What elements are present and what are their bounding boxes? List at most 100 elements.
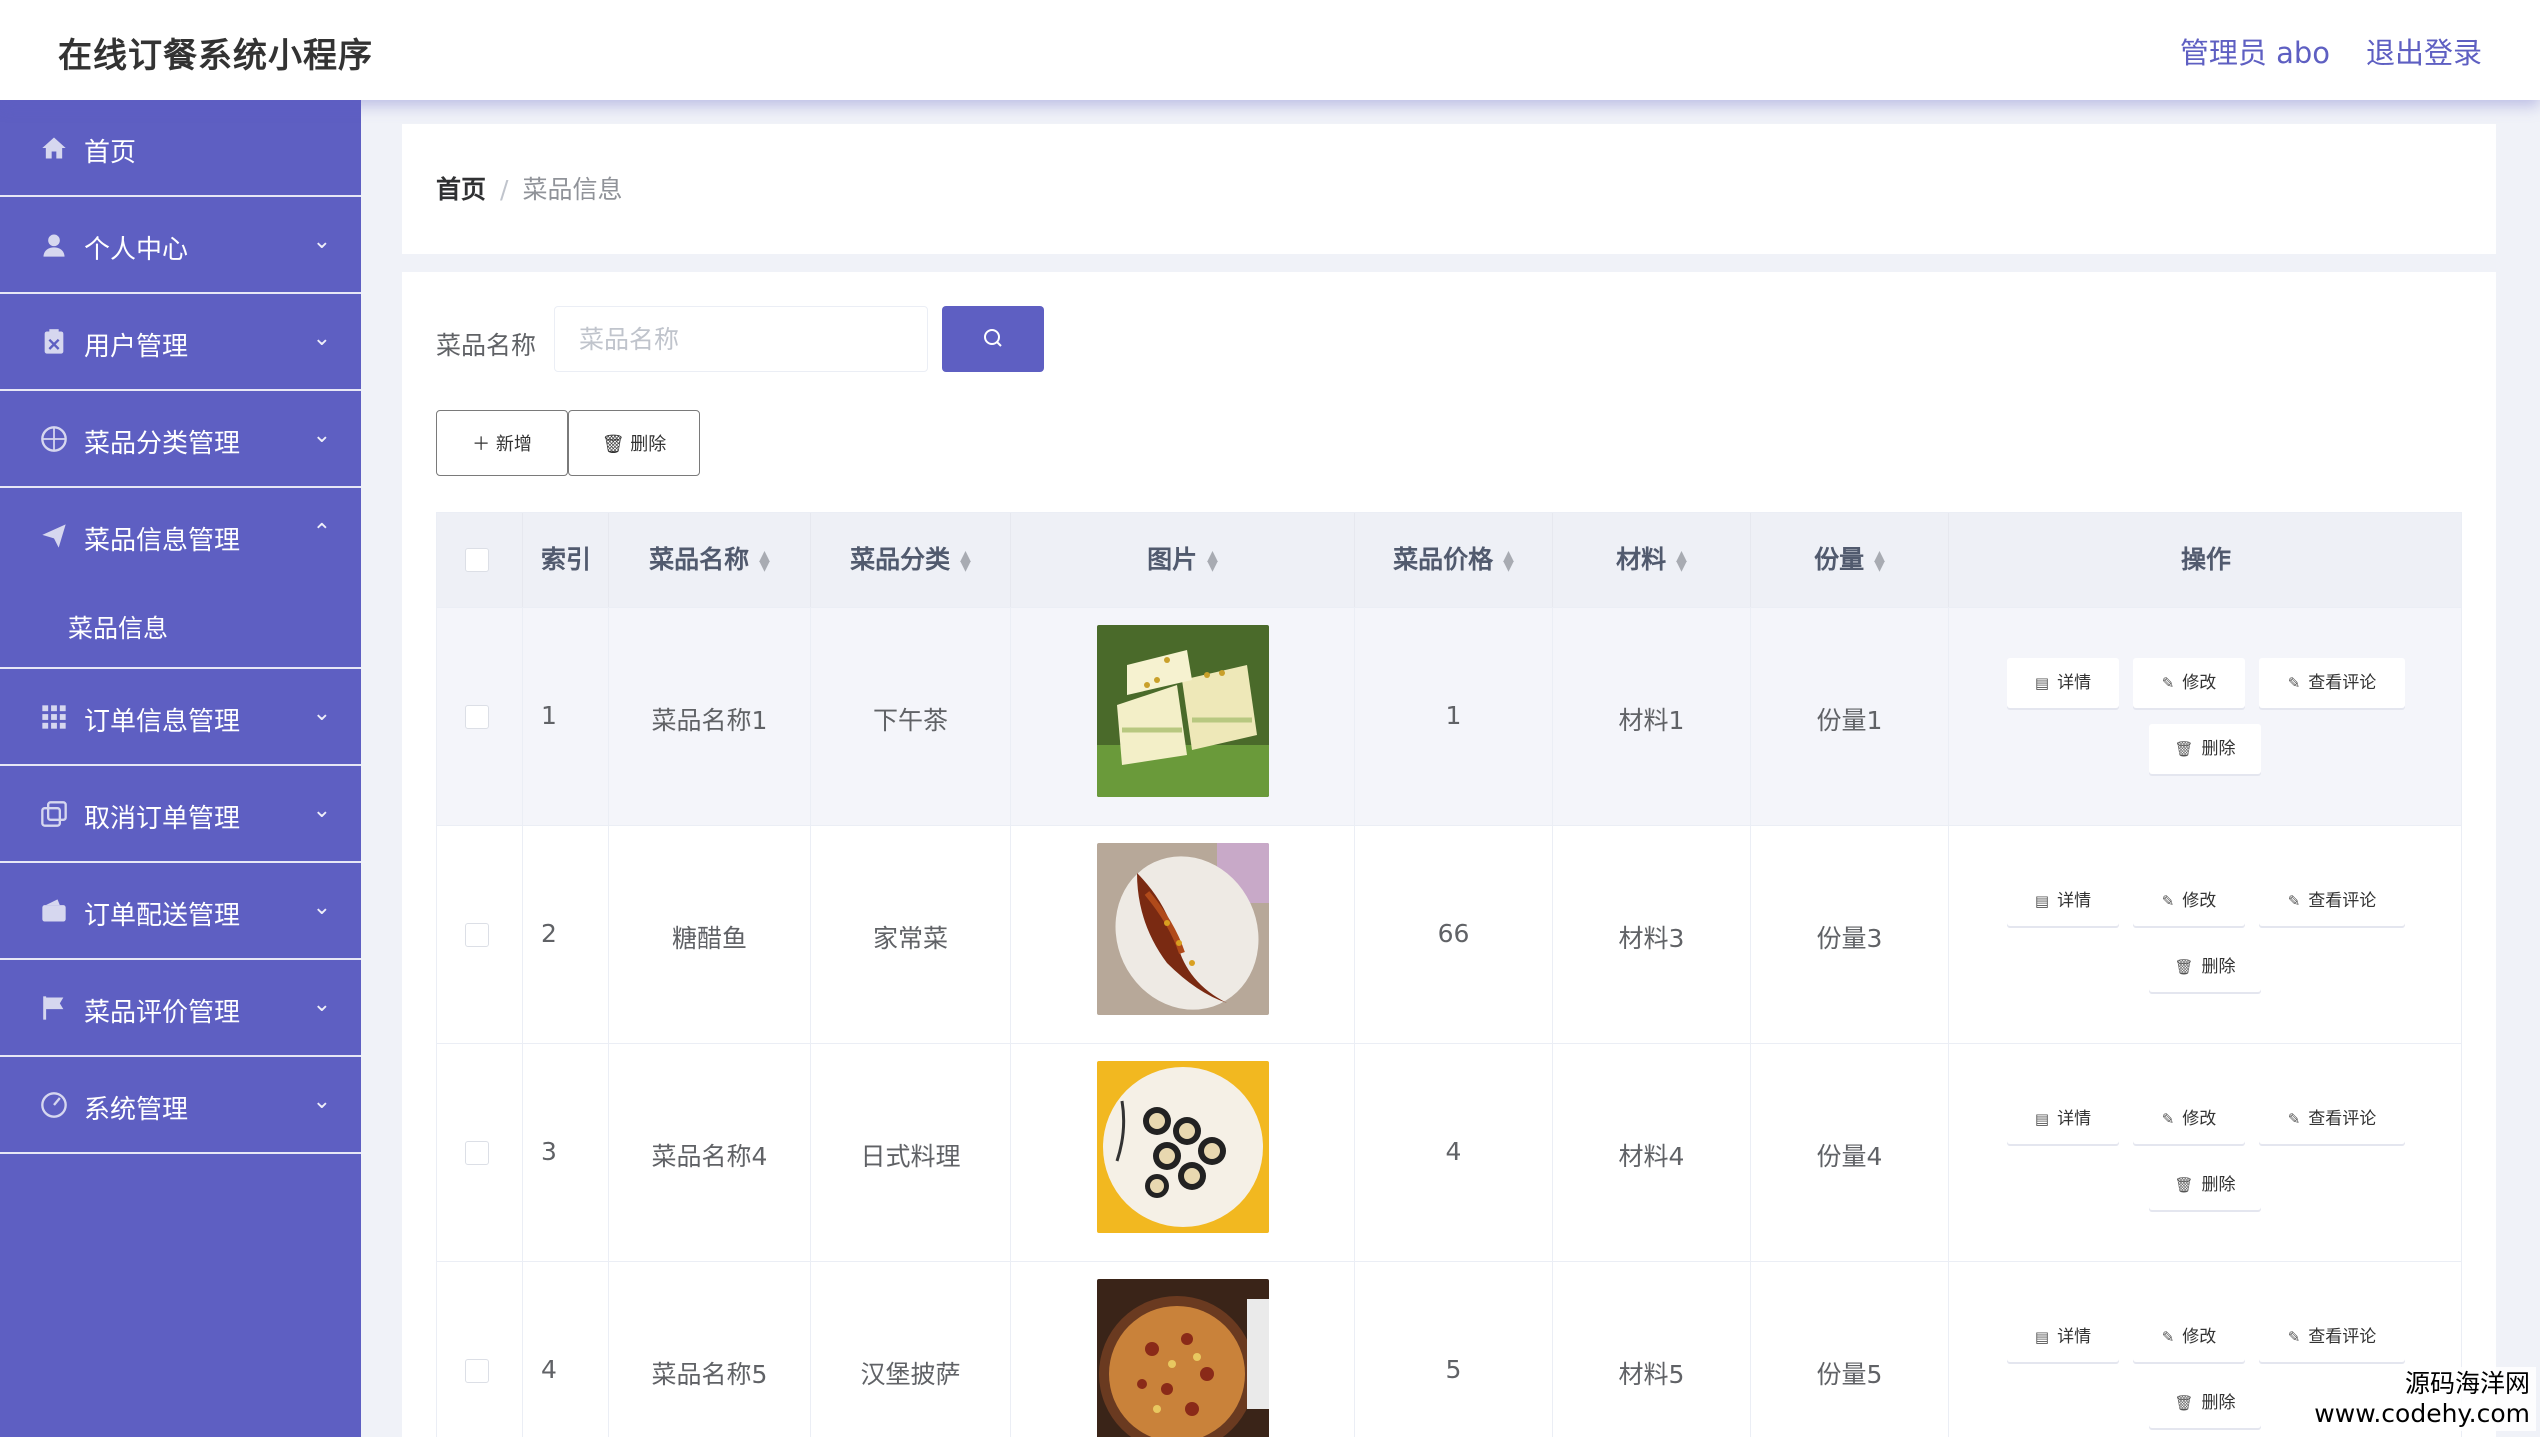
sidebar-item-dish-review[interactable]: 菜品评价管理 ⌄ [0, 960, 361, 1057]
edit-button[interactable]: ✎ 修改 [2133, 1094, 2245, 1144]
sort-icon[interactable]: ▲ ▼ [1503, 549, 1514, 573]
sort-icon[interactable]: ▲ ▼ [960, 549, 971, 573]
sort-icon[interactable]: ▲ ▼ [759, 549, 770, 573]
sidebar-item-system[interactable]: 系统管理 ⌄ [0, 1057, 361, 1154]
row-delete-button[interactable]: 🗑 删除 [2149, 1378, 2261, 1428]
trash-icon: 🗑 [2174, 1394, 2194, 1412]
cell-text: 糖醋鱼 [671, 924, 747, 953]
view-reviews-button[interactable]: ✎ 查看评论 [2259, 876, 2405, 926]
index-cell: 1 [523, 608, 609, 826]
cell-text: 家常菜 [872, 924, 948, 953]
sidebar-item-personal-center[interactable]: 个人中心 ⌄ [0, 197, 361, 294]
edit-button[interactable]: ✎ 修改 [2133, 658, 2245, 708]
cell-text: 2 [541, 919, 557, 948]
image-cell [1011, 1262, 1355, 1437]
breadcrumb-home[interactable]: 首页 [436, 175, 486, 204]
button-label: 查看评论 [2308, 673, 2377, 693]
sushi-photo[interactable] [1097, 1061, 1269, 1233]
chevron-down-icon: ⌄ [312, 701, 331, 726]
row-delete-button[interactable]: 🗑 删除 [2149, 942, 2261, 992]
button-label: 修改 [2182, 1109, 2217, 1129]
chevron-down-icon: ⌄ [312, 1089, 331, 1114]
sidebar-subitem-label: 菜品信息 [68, 614, 169, 643]
price-cell: 1 [1355, 608, 1553, 826]
view-reviews-button[interactable]: ✎ 查看评论 [2259, 1312, 2405, 1362]
select-cell [437, 826, 523, 1044]
chevron-up-icon: ⌃ [312, 520, 331, 545]
column-header-label: 材料 [1616, 545, 1667, 574]
sidebar-item-order-delivery[interactable]: 订单配送管理 ⌄ [0, 863, 361, 960]
cell-text: 3 [541, 1137, 557, 1166]
cell-text: 1 [1445, 701, 1462, 730]
detail-button[interactable]: ▤ 详情 [2007, 1312, 2119, 1362]
column-header-name[interactable]: 菜品名称 ▲ ▼ [609, 513, 811, 607]
category-cell: 下午茶 [811, 608, 1011, 826]
sidebar-item-label: 菜品信息管理 [84, 526, 241, 556]
cell-text: 材料1 [1618, 706, 1685, 735]
sidebar-item-user-management[interactable]: 用户管理 ⌄ [0, 294, 361, 391]
column-header-portion[interactable]: 份量 ▲ ▼ [1751, 513, 1949, 607]
row-checkbox[interactable] [465, 1141, 489, 1165]
cell-text: 材料3 [1618, 924, 1685, 953]
detail-button[interactable]: ▤ 详情 [2007, 876, 2119, 926]
material-cell: 材料3 [1553, 826, 1751, 1044]
admin-username: 管理员 abo [2179, 36, 2330, 70]
row-checkbox[interactable] [465, 705, 489, 729]
actions-cell: ▤ 详情 ✎ 修改 ✎ 查看评论 🗑 删除 [1949, 1044, 2463, 1262]
button-label: 修改 [2182, 891, 2217, 911]
sort-icon[interactable]: ▲ ▼ [1874, 549, 1885, 573]
column-header-price[interactable]: 菜品价格 ▲ ▼ [1355, 513, 1553, 607]
detail-button[interactable]: ▤ 详情 [2007, 658, 2119, 708]
row-checkbox[interactable] [465, 923, 489, 947]
dessert-photo[interactable] [1097, 625, 1269, 797]
row-delete-button[interactable]: 🗑 删除 [2149, 1160, 2261, 1210]
button-label: 查看评论 [2308, 1109, 2377, 1129]
row-checkbox[interactable] [465, 1359, 489, 1383]
trash-icon: 🗑 [601, 434, 631, 455]
pizza-photo[interactable] [1097, 1279, 1269, 1437]
sidebar-item-label: 菜品评价管理 [84, 998, 241, 1028]
edit-icon: ✎ [2161, 1110, 2175, 1128]
sidebar-item-dish-category[interactable]: 菜品分类管理 ⌄ [0, 391, 361, 488]
search-input[interactable] [554, 306, 928, 372]
sidebar-item-home[interactable]: 首页 [0, 100, 361, 197]
plus-icon: ＋ [472, 434, 496, 455]
name-cell: 菜品名称1 [609, 608, 811, 826]
index-cell: 2 [523, 826, 609, 1044]
cell-text: 菜品名称4 [651, 1142, 768, 1171]
sidebar-subitem-dish-info[interactable]: 菜品信息 [0, 585, 361, 669]
breadcrumb-separator: / [500, 175, 509, 204]
sidebar-item-label: 菜品分类管理 [84, 429, 241, 459]
column-header-material[interactable]: 材料 ▲ ▼ [1553, 513, 1751, 607]
dish-table: 索引 菜品名称 ▲ ▼ 菜品分类 ▲ ▼ 图片 ▲ ▼ 菜品价格 ▲ ▼ 材料 ▲ ▼ 份量 ▲ ▼ 操… [436, 512, 2462, 1437]
select-all-checkbox[interactable] [465, 548, 489, 572]
sidebar-item-label: 订单配送管理 [84, 901, 241, 931]
fish-photo[interactable] [1097, 843, 1269, 1015]
edit-button[interactable]: ✎ 修改 [2133, 876, 2245, 926]
column-header-label: 菜品名称 [649, 545, 750, 574]
detail-button[interactable]: ▤ 详情 [2007, 1094, 2119, 1144]
row-delete-button[interactable]: 🗑 删除 [2149, 724, 2261, 774]
view-reviews-button[interactable]: ✎ 查看评论 [2259, 658, 2405, 708]
sidebar-item-cancel-order[interactable]: 取消订单管理 ⌄ [0, 766, 361, 863]
add-button[interactable]: ＋ 新增 [436, 410, 568, 476]
category-cell: 日式料理 [811, 1044, 1011, 1262]
sidebar-item-dish-info-management[interactable]: 菜品信息管理 ⌃ [0, 488, 361, 585]
logout-link[interactable]: 退出登录 [2366, 30, 2482, 72]
search-button[interactable] [942, 306, 1044, 372]
watermark-line: 源码海洋网 [2404, 1369, 2530, 1398]
sort-icon[interactable]: ▲ ▼ [1676, 549, 1687, 573]
edit-icon: ✎ [2161, 1328, 2175, 1346]
view-reviews-button[interactable]: ✎ 查看评论 [2259, 1094, 2405, 1144]
table-row: 3 菜品名称4 日式料理 4 材料4 份量4 ▤ 详情 ✎ 修改 ✎ 查看评论 🗑 删除 [437, 1043, 2463, 1262]
edit-icon: ✎ [2287, 1328, 2301, 1346]
sidebar-item-order-info[interactable]: 订单信息管理 ⌄ [0, 669, 361, 766]
sidebar-item-label: 个人中心 [84, 235, 189, 265]
delete-button[interactable]: 🗑 删除 [568, 410, 700, 476]
sort-icon[interactable]: ▲ ▼ [1207, 549, 1218, 573]
column-header-image[interactable]: 图片 ▲ ▼ [1011, 513, 1355, 607]
chevron-down-icon: ⌄ [312, 423, 331, 448]
table-row: 1 菜品名称1 下午茶 1 材料1 份量1 ▤ 详情 ✎ 修改 ✎ 查看评论 🗑… [437, 607, 2461, 826]
edit-button[interactable]: ✎ 修改 [2133, 1312, 2245, 1362]
column-header-category[interactable]: 菜品分类 ▲ ▼ [811, 513, 1011, 607]
